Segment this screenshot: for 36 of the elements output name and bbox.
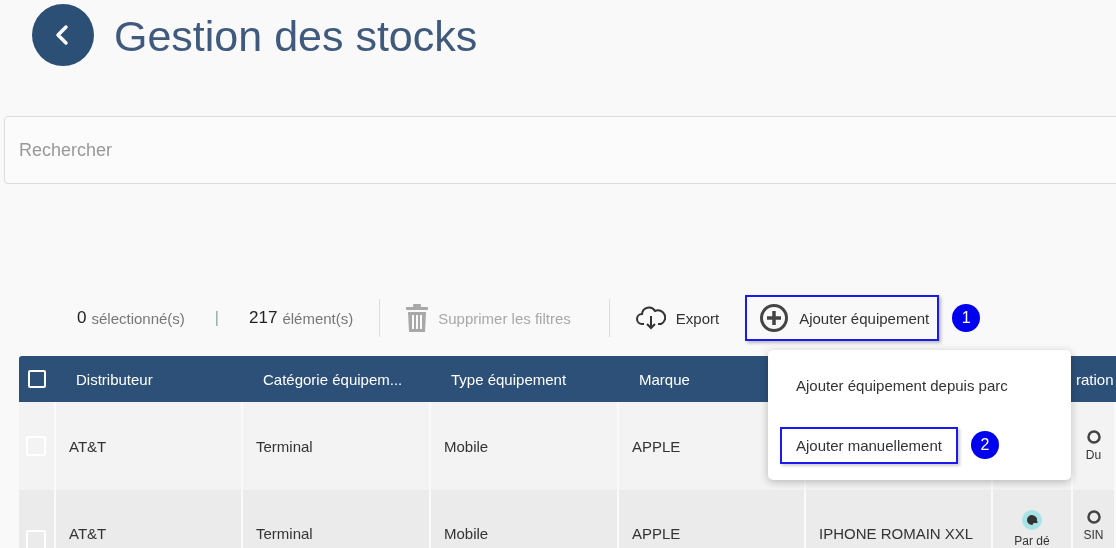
menu-item[interactable]: Ajouter manuellement [780,426,958,464]
page-title: Gestion des stocks [114,11,478,61]
table-cell: APPLE [632,437,681,455]
table-cell: Du [1085,448,1102,462]
table-cell: Par dé [1014,534,1050,548]
trash-icon [406,304,429,332]
column-header[interactable]: Type équipement [451,370,567,388]
select-all-checkbox[interactable] [28,370,46,388]
table-cell: SIN [1083,528,1104,542]
selected-count: 0 [77,308,87,328]
cloud-download-icon [635,306,666,330]
table-cell: IPHONE ROMAIN XXL [819,525,974,542]
export-button[interactable]: Export [623,295,732,341]
table-cell: Terminal [256,525,313,542]
add-equipment-button[interactable]: Ajouter équipement [745,295,940,341]
table-cell: AT&T [69,437,107,455]
total-count: 217 [249,308,278,328]
menu-item[interactable]: Ajouter équipement depuis parc [780,366,1024,404]
column-header[interactable]: Distributeur [76,370,153,388]
table-cell: Mobile [444,437,489,455]
total-label: élément(s) [282,309,354,327]
separator-text: | [214,309,219,327]
circle-icon [1086,510,1101,524]
column-header[interactable]: ration [1076,370,1114,388]
column-header[interactable]: Marque [639,370,690,388]
table-cell: Mobile [444,525,489,542]
search-field[interactable]: Rechercher [4,116,1116,184]
step-marker: 1 [952,304,981,332]
table-cell: APPLE [632,525,681,542]
table-cell: AT&T [69,525,107,542]
plus-circle-icon [759,303,790,333]
column-header[interactable]: Catégorie équipem... [263,370,403,388]
circle-icon [1086,430,1101,444]
selected-label: sélectionné(s) [91,309,185,327]
step-marker: 2 [970,431,999,459]
table-cell: Terminal [256,437,313,455]
